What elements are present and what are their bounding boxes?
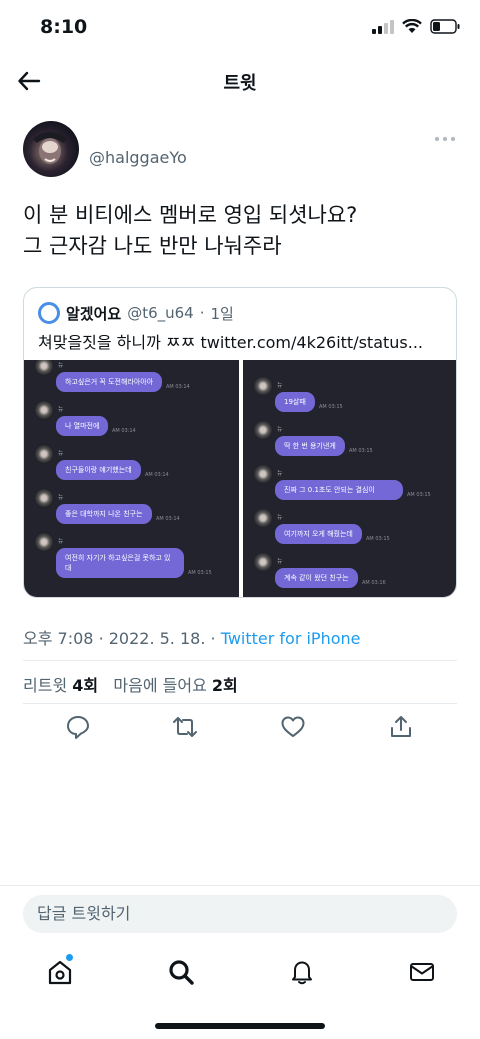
quoted-separator: ·	[199, 304, 205, 322]
mail-icon[interactable]	[408, 958, 436, 986]
chat-time: AM 03:15	[188, 570, 212, 576]
quoted-avatar	[38, 302, 60, 324]
retweet-count[interactable]: 4회	[72, 676, 98, 695]
chat-time: AM 03:16	[362, 580, 386, 586]
chat-time: AM 03:15	[349, 448, 373, 454]
chat-bubble: 딱 한 번 용기낸게	[275, 436, 345, 456]
chat-avatar	[253, 464, 273, 484]
battery-icon	[430, 19, 460, 34]
new-content-dot	[66, 954, 73, 961]
chat-sender-mark: 뉴	[277, 470, 283, 477]
status-time: 8:10	[40, 16, 88, 38]
reply-input[interactable]: 답글 트윗하기	[23, 895, 457, 933]
like-count[interactable]: 2회	[212, 676, 238, 695]
chat-sender-mark: 뉴	[277, 558, 283, 565]
chat-avatar	[34, 488, 54, 508]
more-dots-icon[interactable]	[433, 133, 457, 145]
tweet-date: 2022. 5. 18.	[108, 629, 206, 648]
chat-time: AM 03:14	[166, 384, 190, 390]
chat-bubble: 19살때	[275, 392, 315, 412]
chat-sender-mark: 뉴	[58, 494, 64, 501]
retweet-label[interactable]: 리트윗	[23, 676, 67, 695]
chat-sender-mark: 뉴	[58, 362, 64, 369]
reply-icon[interactable]	[65, 714, 91, 740]
bottom-tab-bar	[0, 946, 480, 996]
retweet-icon[interactable]	[172, 714, 198, 740]
tweet-stats: 리트윗 4회 마음에 들어요 2회	[23, 672, 238, 696]
chat-bubble: 좋은 대학까지 나온 친구는	[56, 504, 152, 524]
chat-sender-mark: 뉴	[58, 450, 64, 457]
status-icons	[372, 19, 460, 34]
chat-avatar	[253, 376, 273, 396]
avatar-image	[33, 132, 67, 164]
chat-bubble: 여전히 자기가 하고싶은걸 못하고 있대	[56, 548, 184, 578]
home-indicator	[155, 1023, 325, 1029]
like-label[interactable]: 마음에 들어요	[113, 676, 206, 695]
tweet-actions	[23, 714, 457, 744]
chat-sender-mark: 뉴	[58, 538, 64, 545]
tweet-time: 오후 7:08	[23, 629, 94, 648]
chat-sender-mark: 뉴	[58, 406, 64, 413]
cellular-signal-icon	[372, 19, 394, 34]
heart-icon[interactable]	[280, 714, 306, 740]
chat-avatar	[253, 420, 273, 440]
chat-time: AM 03:14	[145, 472, 169, 478]
chat-bubble: 하고싶은거 꼭 도전해라아아아	[56, 372, 163, 392]
chat-bubble: 나 열마전에	[56, 416, 109, 436]
top-nav: 트윗	[0, 56, 480, 106]
quoted-tweet-header: 알겠어요 @t6_u64 · 1일	[38, 302, 234, 324]
quoted-text: 쳐맞을짓을 하니까 ㅉㅉ twitter.com/4k26itt/status.…	[38, 333, 424, 352]
chat-bubble: 계속 같이 왔던 친구는	[275, 568, 358, 588]
quoted-age: 1일	[210, 304, 234, 323]
quoted-name: 알겠어요	[66, 304, 122, 323]
chat-avatar	[253, 552, 273, 572]
quoted-handle: @t6_u64	[127, 304, 194, 322]
chat-avatar	[34, 360, 54, 376]
chat-sender-mark: 뉴	[277, 426, 283, 433]
quoted-tweet[interactable]: 알겠어요 @t6_u64 · 1일 쳐맞을짓을 하니까 ㅉㅉ twitter.c…	[23, 287, 457, 598]
chat-bubble: 진짜 그 0.1초도 안되는 결심이	[275, 480, 403, 500]
tweet-meta: 오후 7:08 · 2022. 5. 18. · Twitter for iPh…	[23, 625, 361, 649]
page-title: 트윗	[223, 73, 257, 94]
chat-bubble: 여기까지 오게 해줬는데	[275, 524, 362, 544]
meta-separator: ·	[210, 629, 221, 648]
meta-separator: ·	[98, 629, 109, 648]
chat-sender-mark: 뉴	[277, 514, 283, 521]
tweet-source-link[interactable]: Twitter for iPhone	[221, 629, 361, 648]
chat-avatar	[34, 400, 54, 420]
chat-time: AM 03:14	[156, 516, 180, 522]
author-handle[interactable]: @halggaeYo	[89, 148, 187, 167]
search-icon[interactable]	[167, 958, 195, 986]
quoted-media[interactable]: 뉴 하고싶은거 꼭 도전해라아아아 AM 03:14 뉴 나 열마전에 AM 03:14 뉴…	[24, 360, 456, 597]
divider	[23, 660, 457, 661]
tweet-text: 이 분 비티에스 멤버로 영입 되셧나요? 그 근자감 나도 반만 나눠주라	[23, 203, 358, 258]
wifi-icon	[402, 19, 422, 33]
tweet-author: @halggaeYo	[23, 121, 457, 177]
avatar[interactable]	[23, 121, 79, 177]
chat-sender-mark: 뉴	[277, 382, 283, 389]
media-image-right[interactable]: 뉴 19살때 AM 03:15 뉴 딱 한 번 용기낸게 AM 03:15 뉴 진짜 그 0.…	[243, 360, 456, 597]
bell-icon[interactable]	[288, 958, 316, 986]
divider	[23, 703, 457, 704]
media-image-left[interactable]: 뉴 하고싶은거 꼭 도전해라아아아 AM 03:14 뉴 나 열마전에 AM 03:14 뉴…	[24, 360, 239, 597]
chat-avatar	[34, 444, 54, 464]
chat-time: AM 03:14	[112, 428, 136, 434]
share-icon[interactable]	[388, 714, 414, 740]
reply-divider	[0, 885, 480, 886]
chat-avatar	[253, 508, 273, 528]
chat-time: AM 03:15	[366, 536, 390, 542]
home-icon[interactable]	[46, 958, 74, 986]
chat-time: AM 03:15	[407, 492, 431, 498]
chat-bubble: 친구들이랑 얘기했는데	[56, 460, 141, 480]
status-bar: 8:10	[0, 0, 480, 56]
chat-time: AM 03:15	[319, 404, 343, 410]
chat-avatar	[34, 532, 54, 552]
